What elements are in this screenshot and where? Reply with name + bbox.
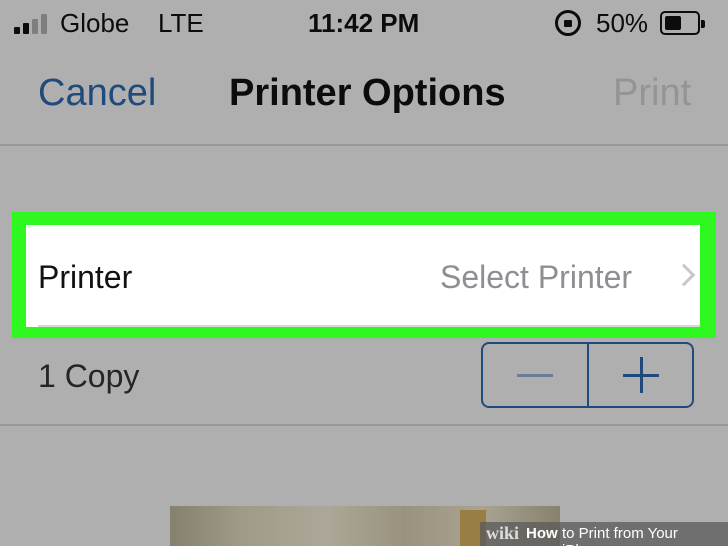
print-button[interactable]: Print — [613, 72, 691, 115]
watermark-brand: wiki — [486, 523, 520, 543]
carrier-name: Globe — [60, 8, 130, 38]
network-type: LTE — [158, 8, 204, 38]
page-title: Printer Options — [229, 72, 506, 114]
status-bar: Globe LTE 11:42 PM 50% — [0, 0, 728, 46]
printer-row[interactable]: Printer Select Printer — [26, 225, 700, 327]
nav-bar: Cancel Printer Options Print — [0, 46, 728, 146]
copies-stepper — [481, 342, 694, 408]
battery-fill — [665, 16, 681, 30]
rotation-lock-icon — [555, 10, 581, 36]
plus-icon[interactable] — [589, 344, 693, 406]
battery-icon — [660, 11, 705, 35]
copies-row: 1 Copy — [0, 338, 728, 426]
screen: Globe LTE 11:42 PM 50% Cancel Printer Op… — [0, 0, 728, 546]
chevron-right-icon — [672, 263, 696, 287]
cancel-button[interactable]: Cancel — [38, 72, 156, 115]
signal-icon — [14, 12, 54, 34]
minus-icon[interactable] — [483, 344, 587, 406]
clock: 11:42 PM — [308, 8, 420, 38]
watermark: wiki How to Print from Your iPhone — [480, 522, 728, 546]
copies-label: 1 Copy — [38, 358, 140, 394]
select-printer-value: Select Printer — [440, 259, 633, 295]
printer-label: Printer — [38, 259, 133, 295]
watermark-how: How — [526, 525, 558, 542]
battery-percent: 50% — [596, 8, 649, 38]
row-separator — [38, 325, 700, 327]
watermark-title: to Print from Your iPhone — [562, 525, 678, 546]
